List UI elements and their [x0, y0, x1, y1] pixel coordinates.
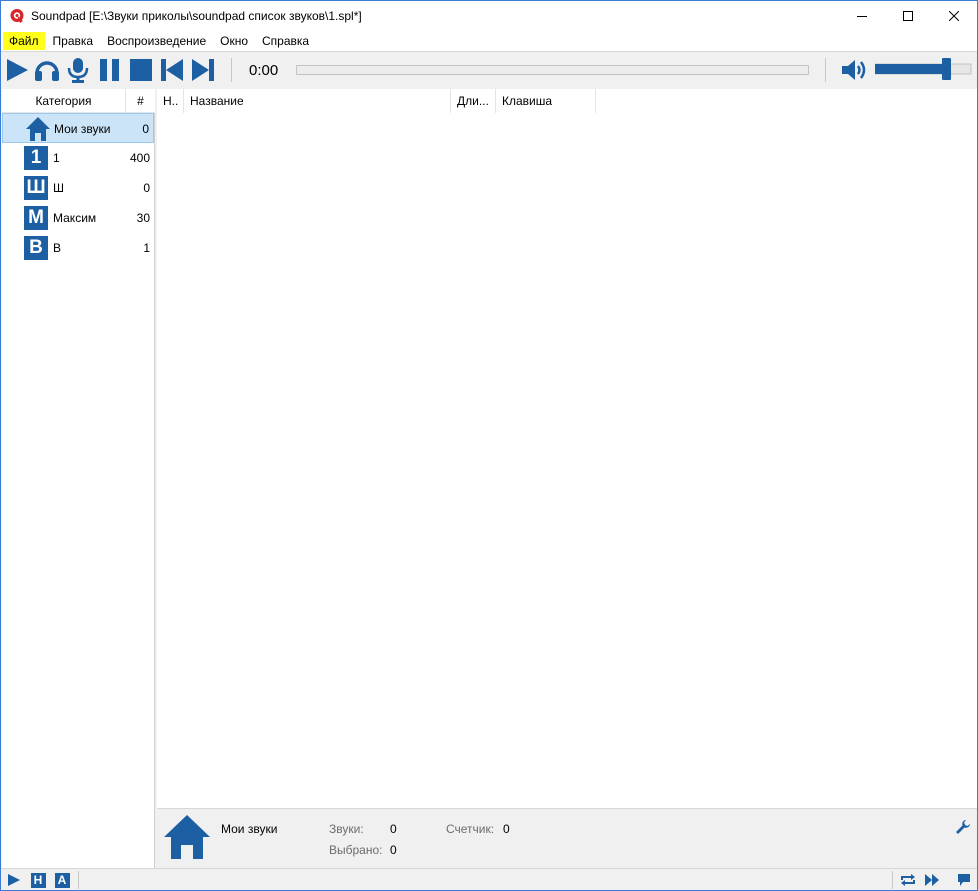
hotkey-column-header[interactable]: Клавиша — [496, 89, 596, 113]
status-play-button[interactable] — [6, 872, 22, 888]
soundpad-logo-icon — [10, 9, 24, 23]
previous-icon — [161, 59, 183, 81]
menu-window[interactable]: Окно — [214, 32, 254, 50]
category-name: Ш — [53, 181, 64, 195]
menu-edit[interactable]: Правка — [47, 32, 100, 50]
volume-fill — [875, 64, 946, 74]
category-name: Мои звуки — [54, 122, 111, 136]
soundpad-window: Soundpad [E:\Звуки приколы\soundpad спис… — [0, 0, 978, 891]
play-button[interactable] — [4, 57, 30, 83]
maximize-icon — [903, 11, 913, 21]
category-count: 400 — [129, 151, 150, 165]
category-name: Максим — [53, 211, 97, 225]
wrench-icon[interactable] — [955, 819, 971, 835]
sound-list-header: Н.. Название Дли... Клавиша — [157, 89, 977, 113]
home-icon — [26, 117, 50, 141]
info-category-name: Мои звуки — [221, 822, 278, 836]
chat-button[interactable] — [956, 872, 972, 888]
pause-button[interactable] — [97, 57, 123, 83]
letter-h-icon: Н — [30, 872, 46, 888]
category-column-header[interactable]: Категория — [2, 89, 126, 113]
duration-column-header[interactable]: Дли... — [451, 89, 496, 113]
play-icon — [7, 59, 28, 81]
category-count: 0 — [142, 122, 149, 136]
letter-a-icon: А — [54, 872, 70, 888]
sounds-label: Звуки: — [329, 822, 364, 836]
category-item-my-sounds[interactable]: Мои звуки 0 — [2, 113, 154, 143]
selected-label: Выбрано: — [329, 843, 383, 857]
playback-time: 0:00 — [249, 62, 279, 79]
status-separator — [892, 871, 893, 889]
repeat-button[interactable] — [900, 872, 916, 888]
stop-icon — [130, 59, 152, 81]
stop-button[interactable] — [128, 57, 154, 83]
maximize-button[interactable] — [885, 1, 931, 31]
category-name: В — [53, 241, 62, 255]
close-button[interactable] — [931, 1, 977, 31]
category-count: 30 — [136, 211, 150, 225]
status-separator — [78, 871, 79, 889]
minimize-icon — [857, 16, 867, 17]
toolbar-separator — [231, 58, 232, 82]
category-panel: Категория # Мои звуки 0 1 1 400 Ш Ш 0 М … — [2, 89, 155, 868]
headphones-icon — [35, 61, 59, 81]
category-item-1[interactable]: 1 1 400 — [2, 143, 154, 173]
play-icon — [8, 874, 20, 886]
previous-button[interactable] — [159, 57, 185, 83]
play-microphone-button[interactable] — [65, 57, 91, 83]
speech-bubble-icon — [958, 874, 970, 886]
repeat-icon — [901, 874, 915, 886]
category-count: 1 — [143, 241, 150, 255]
counter-label: Счетчик: — [446, 822, 495, 836]
pause-icon — [100, 59, 119, 81]
category-item-v[interactable]: В В 1 — [2, 233, 154, 263]
next-button[interactable] — [190, 57, 216, 83]
category-list-header: Категория # — [2, 89, 155, 113]
number-column-header[interactable]: Н.. — [157, 89, 184, 113]
microphone-icon — [67, 58, 89, 83]
window-controls — [839, 1, 977, 31]
title-bar: Soundpad [E:\Звуки приколы\soundpad спис… — [1, 1, 977, 31]
volume-button[interactable] — [841, 57, 867, 83]
menu-help[interactable]: Справка — [256, 32, 315, 50]
fast-forward-icon — [925, 874, 939, 886]
hotkeys-toggle-button[interactable]: Н — [30, 872, 46, 888]
status-bar: Н А — [1, 868, 977, 890]
selected-value: 0 — [390, 843, 397, 857]
title-column-header[interactable]: Название — [184, 89, 451, 113]
category-name: 1 — [53, 151, 60, 165]
play-next-button[interactable] — [924, 872, 940, 888]
menu-bar: Файл Правка Воспроизведение Окно Справка — [1, 31, 977, 51]
seek-bar[interactable] — [296, 65, 809, 75]
category-info-panel: Мои звуки Звуки: 0 Выбрано: 0 Счетчик: 0 — [157, 808, 977, 868]
auto-toggle-button[interactable]: А — [54, 872, 70, 888]
close-icon — [949, 11, 959, 21]
menu-file[interactable]: Файл — [3, 32, 45, 50]
next-icon — [192, 59, 214, 81]
category-count: 0 — [143, 181, 150, 195]
play-headphones-button[interactable] — [34, 57, 60, 83]
window-title: Soundpad [E:\Звуки приколы\soundpad спис… — [31, 9, 362, 23]
category-item-sh[interactable]: Ш Ш 0 — [2, 173, 154, 203]
category-item-maksim[interactable]: М Максим 30 — [2, 203, 154, 233]
speaker-icon — [842, 60, 866, 80]
home-icon — [164, 815, 210, 859]
sound-list-panel[interactable]: Н.. Название Дли... Клавиша — [157, 89, 977, 808]
category-letter-icon: 1 — [24, 146, 48, 170]
volume-thumb[interactable] — [942, 58, 951, 80]
counter-value: 0 — [503, 822, 510, 836]
toolbar-separator — [825, 58, 826, 82]
category-letter-icon: Ш — [24, 176, 48, 200]
menu-playback[interactable]: Воспроизведение — [101, 32, 212, 50]
volume-slider[interactable] — [875, 63, 973, 75]
sounds-value: 0 — [390, 822, 397, 836]
toolbar: 0:00 — [1, 51, 977, 88]
category-letter-icon: В — [24, 236, 48, 260]
minimize-button[interactable] — [839, 1, 885, 31]
category-letter-icon: М — [24, 206, 48, 230]
count-column-header[interactable]: # — [126, 89, 155, 113]
